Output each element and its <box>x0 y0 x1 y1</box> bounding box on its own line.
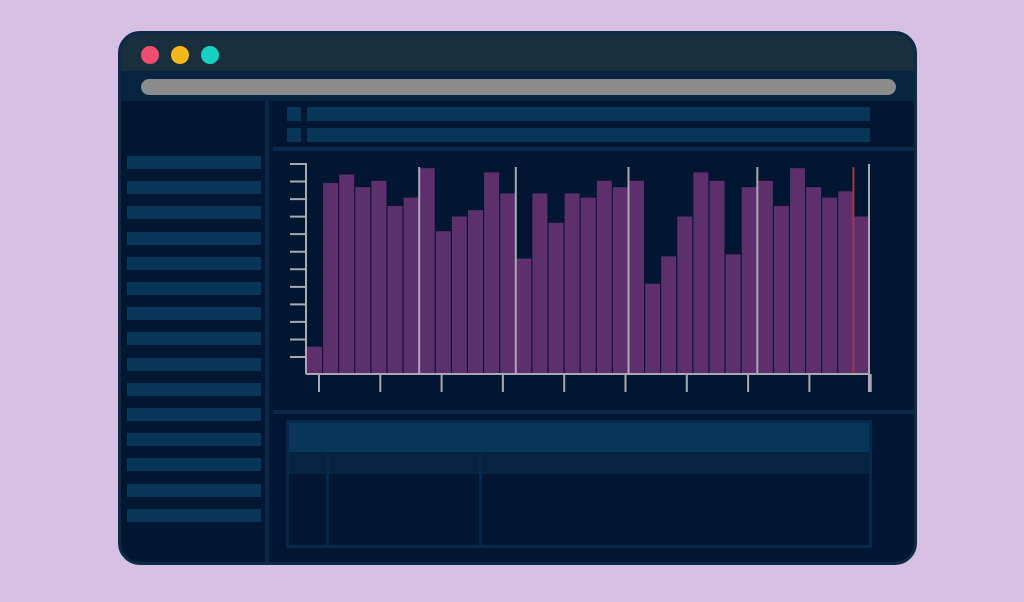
table-subheader <box>289 452 869 474</box>
bar <box>757 180 773 374</box>
header-checkbox-1[interactable] <box>287 107 301 121</box>
bar <box>612 187 628 374</box>
bar <box>419 168 435 374</box>
header-checkbox-2[interactable] <box>287 128 301 142</box>
bar <box>790 168 805 374</box>
bar <box>596 180 612 374</box>
maximize-button[interactable] <box>201 46 219 64</box>
bar <box>355 187 371 374</box>
bar <box>854 216 870 374</box>
close-button[interactable] <box>141 46 159 64</box>
sidebar-item[interactable] <box>127 231 261 245</box>
sidebar-item[interactable] <box>127 206 261 220</box>
bar <box>822 197 838 374</box>
sidebar-item[interactable] <box>127 332 261 346</box>
minimize-button[interactable] <box>171 46 189 64</box>
bar <box>532 193 548 374</box>
sidebar-item[interactable] <box>127 382 261 396</box>
bar <box>564 193 580 374</box>
sidebar-item[interactable] <box>127 357 261 371</box>
bar <box>580 197 596 374</box>
sidebar-item[interactable] <box>127 282 261 295</box>
bar <box>387 206 403 374</box>
header-field-2[interactable] <box>307 128 870 142</box>
bar <box>709 180 725 374</box>
bar <box>677 216 693 374</box>
address-row <box>121 71 914 101</box>
bar <box>500 193 516 374</box>
sidebar-item[interactable] <box>127 508 261 522</box>
bar <box>773 206 789 374</box>
table-column-divider <box>479 452 482 545</box>
bar <box>806 187 822 374</box>
table-header <box>289 423 869 452</box>
bar <box>323 182 339 374</box>
sidebar-item[interactable] <box>127 433 261 447</box>
bar <box>548 222 564 374</box>
sidebar-item[interactable] <box>127 408 261 421</box>
bar <box>629 180 644 374</box>
sidebar-item[interactable] <box>127 156 261 169</box>
sidebar-item[interactable] <box>127 181 261 195</box>
bar <box>645 283 661 374</box>
bar <box>371 180 387 374</box>
chart-divider <box>273 410 914 414</box>
sidebar-item[interactable] <box>127 256 261 270</box>
bar <box>725 254 741 374</box>
bar <box>468 210 483 374</box>
bar <box>403 197 419 374</box>
bar <box>838 191 854 374</box>
bar <box>516 258 532 374</box>
bar <box>693 172 709 374</box>
sidebar-item[interactable] <box>127 483 261 497</box>
title-bar <box>121 34 914 71</box>
sidebar-item[interactable] <box>127 458 261 472</box>
header-divider <box>273 147 914 151</box>
sidebar <box>121 101 269 562</box>
data-table <box>286 420 872 548</box>
bar <box>451 216 467 374</box>
bar <box>661 256 677 374</box>
bar <box>339 174 355 374</box>
bar-chart <box>290 163 872 392</box>
sidebar-item[interactable] <box>127 307 261 321</box>
bar <box>741 187 757 374</box>
browser-window <box>118 31 917 565</box>
table-column-divider <box>326 452 329 545</box>
bar <box>435 231 451 374</box>
bar <box>484 172 500 374</box>
bar <box>307 346 322 374</box>
address-bar[interactable] <box>141 79 896 95</box>
header-field-1[interactable] <box>307 107 870 121</box>
